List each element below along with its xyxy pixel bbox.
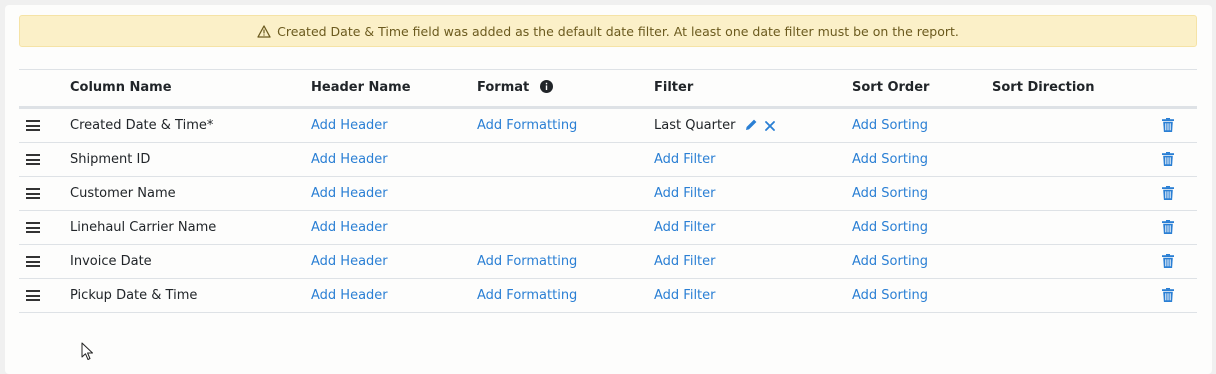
sort-direction-header: Sort Direction	[992, 80, 1095, 95]
add-sorting-link[interactable]: Add Sorting	[852, 143, 928, 176]
trash-icon[interactable]	[1162, 152, 1174, 166]
add-filter-link[interactable]: Add Filter	[654, 143, 716, 176]
add-header-link[interactable]: Add Header	[311, 279, 388, 312]
trash-icon[interactable]	[1162, 220, 1174, 234]
column-name: Created Date & Time*	[70, 118, 214, 133]
filter-header: Filter	[654, 80, 694, 95]
sort-order-header: Sort Order	[852, 80, 930, 95]
table-row: Customer Name Add Header Add Filter Add …	[19, 177, 1197, 211]
report-columns-panel: Created Date & Time field was added as t…	[5, 5, 1212, 374]
column-name: Customer Name	[70, 186, 176, 201]
add-formatting-link[interactable]: Add Formatting	[477, 279, 577, 312]
filter-cell: Last Quarter	[654, 109, 775, 142]
table-header: Column Name Header Name Format Filter So…	[19, 69, 1197, 109]
drag-handle-icon[interactable]	[26, 290, 40, 301]
add-formatting-link[interactable]: Add Formatting	[477, 109, 577, 142]
drag-handle-icon[interactable]	[26, 256, 40, 267]
warning-triangle-icon	[257, 24, 271, 38]
add-filter-link[interactable]: Add Filter	[654, 245, 716, 278]
mouse-cursor-icon	[81, 342, 93, 360]
add-sorting-link[interactable]: Add Sorting	[852, 245, 928, 278]
add-header-link[interactable]: Add Header	[311, 177, 388, 210]
header-name-header: Header Name	[311, 80, 411, 95]
column-name: Pickup Date & Time	[70, 288, 198, 303]
add-filter-link[interactable]: Add Filter	[654, 211, 716, 244]
default-date-filter-alert: Created Date & Time field was added as t…	[19, 15, 1197, 47]
trash-icon[interactable]	[1162, 254, 1174, 268]
alert-text: Created Date & Time field was added as t…	[277, 23, 959, 39]
add-header-link[interactable]: Add Header	[311, 143, 388, 176]
add-formatting-link[interactable]: Add Formatting	[477, 245, 577, 278]
column-name: Shipment ID	[70, 152, 151, 167]
drag-handle-icon[interactable]	[26, 222, 40, 233]
table-row: Pickup Date & Time Add Header Add Format…	[19, 279, 1197, 313]
add-header-link[interactable]: Add Header	[311, 109, 388, 142]
column-name: Linehaul Carrier Name	[70, 220, 217, 235]
column-name: Invoice Date	[70, 254, 152, 269]
add-sorting-link[interactable]: Add Sorting	[852, 177, 928, 210]
add-filter-link[interactable]: Add Filter	[654, 279, 716, 312]
info-icon[interactable]	[539, 80, 553, 93]
filter-value: Last Quarter	[654, 118, 736, 133]
drag-handle-icon[interactable]	[26, 120, 40, 131]
column-name-header: Column Name	[70, 80, 172, 95]
drag-handle-icon[interactable]	[26, 188, 40, 199]
table-row: Shipment ID Add Header Add Filter Add So…	[19, 143, 1197, 177]
format-header: Format	[477, 70, 553, 106]
add-filter-link[interactable]: Add Filter	[654, 177, 716, 210]
add-sorting-link[interactable]: Add Sorting	[852, 211, 928, 244]
table-row: Invoice Date Add Header Add Formatting A…	[19, 245, 1197, 279]
pencil-icon[interactable]	[745, 118, 758, 131]
table-row: Linehaul Carrier Name Add Header Add Fil…	[19, 211, 1197, 245]
trash-icon[interactable]	[1162, 118, 1174, 132]
remove-filter-icon[interactable]	[764, 121, 775, 131]
table-row: Created Date & Time* Add Header Add Form…	[19, 109, 1197, 143]
columns-table: Column Name Header Name Format Filter So…	[19, 69, 1197, 313]
trash-icon[interactable]	[1162, 186, 1174, 200]
drag-handle-icon[interactable]	[26, 154, 40, 165]
add-sorting-link[interactable]: Add Sorting	[852, 109, 928, 142]
format-header-label: Format	[477, 80, 530, 95]
add-header-link[interactable]: Add Header	[311, 211, 388, 244]
add-header-link[interactable]: Add Header	[311, 245, 388, 278]
add-sorting-link[interactable]: Add Sorting	[852, 279, 928, 312]
trash-icon[interactable]	[1162, 288, 1174, 302]
